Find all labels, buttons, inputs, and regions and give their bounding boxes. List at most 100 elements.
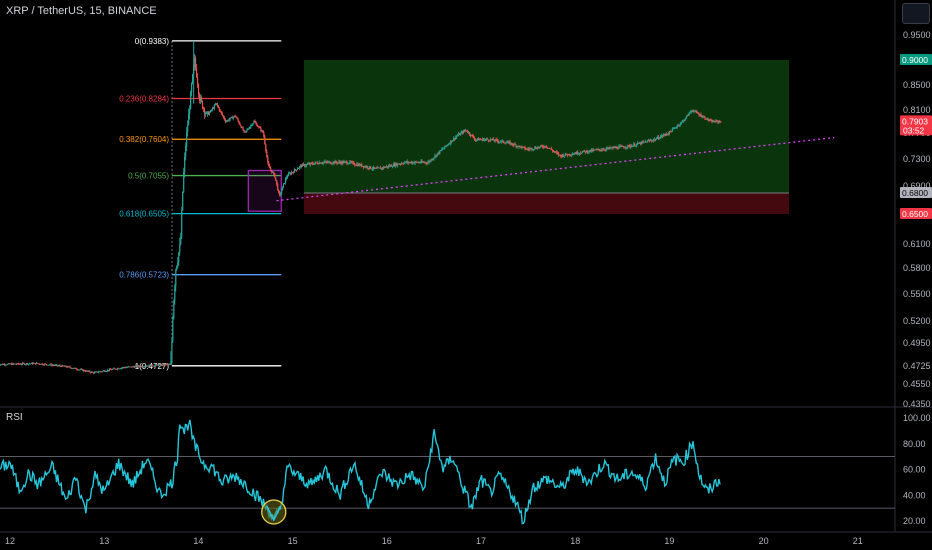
candle-body xyxy=(188,114,190,126)
candle-body xyxy=(245,130,247,132)
candle-body xyxy=(449,143,451,145)
candle-body xyxy=(419,162,421,164)
candle-body xyxy=(622,146,624,147)
candle-body xyxy=(273,172,275,174)
candle-body xyxy=(432,158,434,160)
rsi-axis-tick: 80.00 xyxy=(903,439,926,449)
price-axis-tick: 0.8500 xyxy=(903,80,931,90)
chart-settings-button[interactable] xyxy=(902,3,930,24)
candle-body xyxy=(271,169,273,173)
candle-body xyxy=(169,364,171,365)
candle-body xyxy=(695,110,697,112)
candle-body xyxy=(472,135,475,138)
candle-body xyxy=(187,125,189,132)
candle-body xyxy=(75,367,77,370)
candle-body xyxy=(235,116,237,118)
symbol-title: XRP / TetherUS, 15, BINANCE xyxy=(6,5,157,17)
candle-body xyxy=(216,103,218,106)
candle-body xyxy=(182,191,184,211)
candle-body xyxy=(316,162,318,164)
candle-body xyxy=(214,104,216,106)
candle-body xyxy=(218,107,220,111)
candle-body xyxy=(197,84,200,95)
candle-body xyxy=(676,126,678,128)
candle-body xyxy=(223,116,225,120)
candle-body xyxy=(282,186,284,191)
candle-body xyxy=(201,101,204,109)
candle-body xyxy=(436,154,438,157)
candle-body xyxy=(217,105,219,108)
candle-body xyxy=(421,161,423,163)
candle-body xyxy=(480,139,483,141)
candle-body xyxy=(696,111,698,113)
candle-body xyxy=(69,366,71,368)
candle-body xyxy=(502,140,504,143)
candle-body xyxy=(514,143,516,145)
candle-body xyxy=(20,364,23,365)
candle-body xyxy=(570,154,573,156)
candle-body xyxy=(539,146,541,148)
candle-body xyxy=(298,166,301,169)
candle-body xyxy=(616,147,618,149)
candle-body xyxy=(533,149,535,150)
candle-body xyxy=(220,111,222,114)
candle-body xyxy=(576,151,578,154)
candle-body xyxy=(486,138,488,140)
price-axis-tick: 0.4725 xyxy=(903,361,931,371)
candle-body xyxy=(604,149,606,151)
candle-body xyxy=(192,74,194,84)
candle-body xyxy=(471,134,474,136)
price-axis-tick: 0.9500 xyxy=(903,30,931,40)
candle-body xyxy=(433,157,435,159)
candle-body xyxy=(238,121,240,124)
chart-canvas[interactable]: 0.4350 0.4550 0.4725 0.4950 0.5200 0.5500 0.58… xyxy=(0,0,932,550)
price-axis-tick: 0.7300 xyxy=(903,154,931,164)
candle-body xyxy=(186,131,188,147)
candle-body xyxy=(636,144,638,146)
price-label: 0.9000 xyxy=(902,55,928,65)
candle-body xyxy=(707,118,709,121)
time-axis-tick: 21 xyxy=(853,536,863,546)
fib-level-label: 0(0.9383) xyxy=(135,37,170,46)
candle-body xyxy=(598,148,600,150)
candle-body xyxy=(178,252,180,262)
fib-level-label: 0.5(0.7055) xyxy=(128,172,169,181)
candle-body xyxy=(210,110,212,111)
candle-body xyxy=(285,177,288,179)
candle-body xyxy=(284,178,287,184)
candle-body xyxy=(222,115,224,117)
candle-body xyxy=(175,269,177,286)
candle-body xyxy=(524,147,526,150)
candle-body xyxy=(335,161,337,163)
candle-body xyxy=(339,161,341,163)
candle-body xyxy=(720,121,722,123)
candle-body xyxy=(203,108,206,114)
candle-body xyxy=(278,190,280,193)
candle-body xyxy=(455,136,457,140)
candle-body xyxy=(577,153,579,155)
candle-body xyxy=(239,123,241,126)
candle-body xyxy=(274,173,276,178)
highlight-box xyxy=(247,169,282,212)
candle-body xyxy=(662,135,665,137)
candle-body xyxy=(138,365,140,367)
candle-body xyxy=(191,83,193,93)
candle-body xyxy=(242,127,244,131)
time-axis-tick: 18 xyxy=(570,536,580,546)
candle-body xyxy=(208,112,211,115)
candle-body xyxy=(506,142,508,144)
candle-body xyxy=(413,162,415,164)
candle-body xyxy=(565,153,568,155)
candle-body xyxy=(268,162,270,167)
profit-zone xyxy=(303,60,790,193)
candle-body xyxy=(511,143,513,145)
candle-body xyxy=(179,244,181,253)
candle-body xyxy=(275,177,277,181)
candle-body xyxy=(374,167,376,169)
candle-body xyxy=(194,57,197,68)
candle-body xyxy=(280,193,282,195)
candle-body xyxy=(176,265,178,270)
candle-body xyxy=(531,148,533,150)
fib-level-label: 0.618(0.6505) xyxy=(119,210,169,219)
candle-body xyxy=(89,370,91,373)
